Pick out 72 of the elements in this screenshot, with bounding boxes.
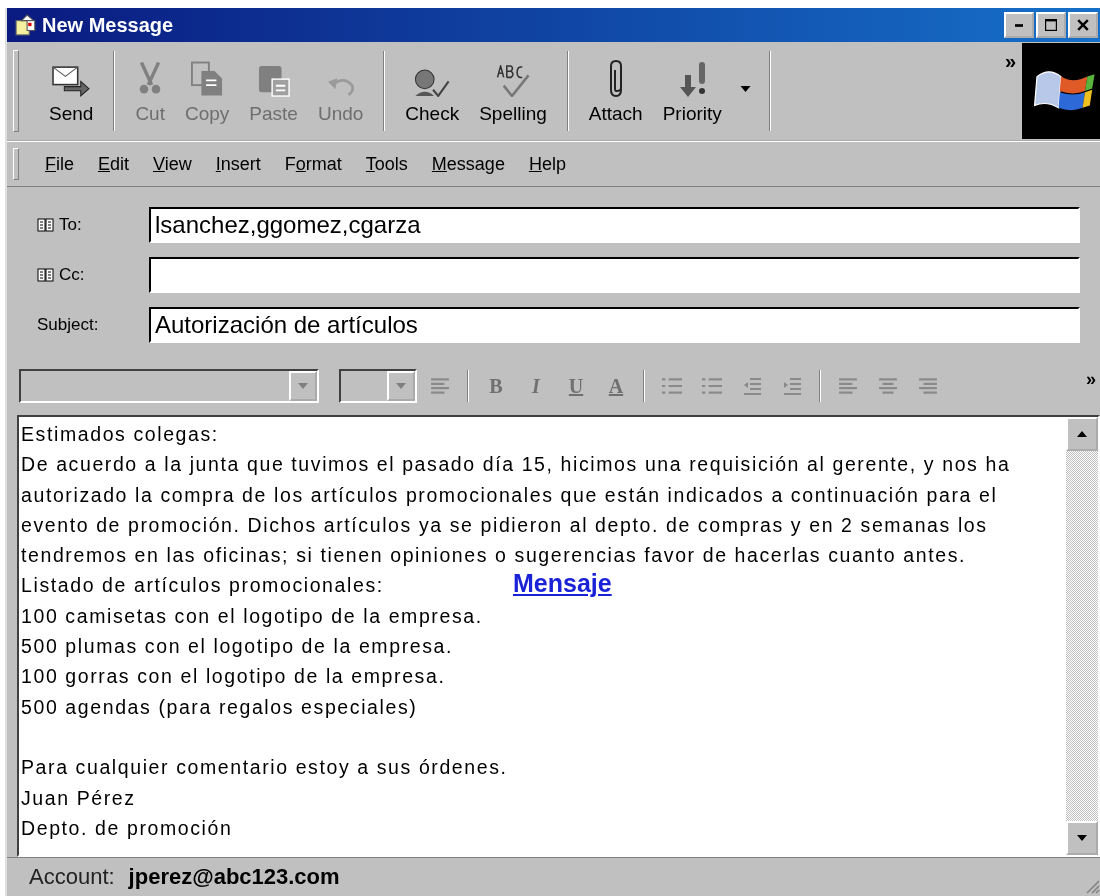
caret-icon bbox=[396, 383, 406, 389]
resize-grip-icon[interactable] bbox=[1086, 880, 1100, 894]
up-arrow-icon bbox=[1077, 431, 1087, 437]
scroll-down-button[interactable] bbox=[1066, 821, 1098, 855]
menu-item[interactable]: Format bbox=[272, 149, 354, 179]
body-text-line: tendremos en las oficinas; si tienen opiniones o sugerencias favor de hacerlas cuanto antes. bbox=[21, 543, 966, 569]
outdent-icon bbox=[742, 377, 762, 395]
body-text-line: De acuerdo a la junta que tuvimos el pasado día 15, hicimos una requisición al gerente, y nos ha bbox=[21, 452, 1011, 478]
new-message-icon bbox=[15, 14, 37, 36]
toolbar-button[interactable]: Check bbox=[395, 47, 470, 135]
body-text-line: autorizado la compra de los artículos promocionales que están indicados a continuación para el bbox=[21, 482, 998, 508]
toolbar-button[interactable]: Spelling bbox=[469, 47, 557, 135]
toolbar-button[interactable]: Attach bbox=[578, 47, 653, 135]
body-text-line: Depto. de promoción bbox=[21, 815, 233, 841]
more-toolbar-button[interactable]: » bbox=[998, 42, 1022, 81]
align-left-icon bbox=[838, 378, 858, 394]
body-text-line: 100 gorras con el logotipo de la empresa. bbox=[21, 664, 446, 690]
menu-item[interactable]: Help bbox=[516, 149, 578, 179]
envelope-arrow-icon bbox=[52, 66, 91, 97]
body-text-line: Listado de artículos promocionales: bbox=[21, 573, 384, 599]
person-check-icon bbox=[414, 69, 451, 97]
align-center-icon bbox=[878, 378, 898, 394]
menu-item[interactable]: Tools bbox=[353, 149, 420, 179]
down-arrow-icon bbox=[1077, 835, 1087, 841]
account-label: Account: bbox=[29, 864, 115, 890]
address-book-icon[interactable] bbox=[37, 267, 55, 283]
paste-icon bbox=[257, 65, 290, 97]
toolbar-button[interactable]: Priority bbox=[652, 47, 732, 135]
body-text-line: Para cualquier comentario estoy a sus órdenes. bbox=[21, 755, 508, 781]
link[interactable]: Mensaje bbox=[513, 569, 612, 598]
copy-icon bbox=[191, 61, 224, 97]
paperclip-icon bbox=[609, 60, 622, 97]
caret-icon bbox=[298, 383, 308, 389]
scroll-up-button[interactable] bbox=[1066, 417, 1098, 451]
spelling-check-icon bbox=[496, 65, 530, 97]
lines-icon bbox=[430, 378, 450, 394]
bullet-list-icon bbox=[702, 378, 722, 394]
account-email: jperez@abc123.com bbox=[128, 864, 340, 890]
menu-item[interactable]: Message bbox=[419, 149, 517, 179]
address-book-icon[interactable] bbox=[37, 217, 55, 233]
close-button[interactable] bbox=[1068, 12, 1098, 38]
input-field[interactable]: lsanchez,ggomez,cgarza bbox=[149, 207, 1080, 243]
body-text-line: 500 plumas con el logotipo de la empresa. bbox=[21, 634, 453, 660]
minimize-button[interactable] bbox=[1004, 12, 1034, 38]
minimize-icon bbox=[1015, 23, 1023, 27]
field-label: To: bbox=[59, 215, 82, 235]
input-field[interactable]: Autorización de artículos bbox=[149, 307, 1080, 343]
menu-item[interactable]: View bbox=[141, 149, 204, 179]
body-text-line: Estimados colegas: bbox=[21, 422, 219, 447]
maximize-button[interactable] bbox=[1036, 12, 1066, 38]
field-label: Cc: bbox=[59, 265, 85, 285]
input-field[interactable] bbox=[149, 257, 1080, 293]
scroll-bar[interactable] bbox=[1066, 417, 1098, 855]
window-title: New Message bbox=[42, 13, 174, 37]
indent-icon bbox=[782, 377, 802, 395]
body-text-line: Juan Pérez bbox=[21, 785, 136, 811]
menu-item[interactable]: Edit bbox=[86, 149, 142, 179]
body-text-line: 500 agendas (para regalos especiales) bbox=[21, 694, 418, 720]
field-label: Subject: bbox=[37, 315, 99, 335]
menu-item[interactable]: File bbox=[33, 149, 86, 179]
body-text-line: evento de promoción. Dichos artículos ya se pidieron al depto. de compras y en 2 semanas los bbox=[21, 512, 988, 538]
toolbar-button[interactable]: Send bbox=[39, 47, 104, 135]
maximize-icon bbox=[1045, 19, 1057, 31]
message-body[interactable] bbox=[19, 417, 1066, 855]
close-icon bbox=[1077, 19, 1089, 31]
menu-item[interactable]: Insert bbox=[203, 149, 273, 179]
priority-arrow-icon bbox=[678, 62, 706, 97]
align-right-icon bbox=[918, 378, 938, 394]
numbered-list-icon bbox=[662, 378, 682, 394]
caret-icon bbox=[739, 85, 751, 92]
body-text-line: 100 camisetas con el logotipo de la empresa. bbox=[21, 603, 483, 629]
undo-icon bbox=[326, 77, 355, 97]
